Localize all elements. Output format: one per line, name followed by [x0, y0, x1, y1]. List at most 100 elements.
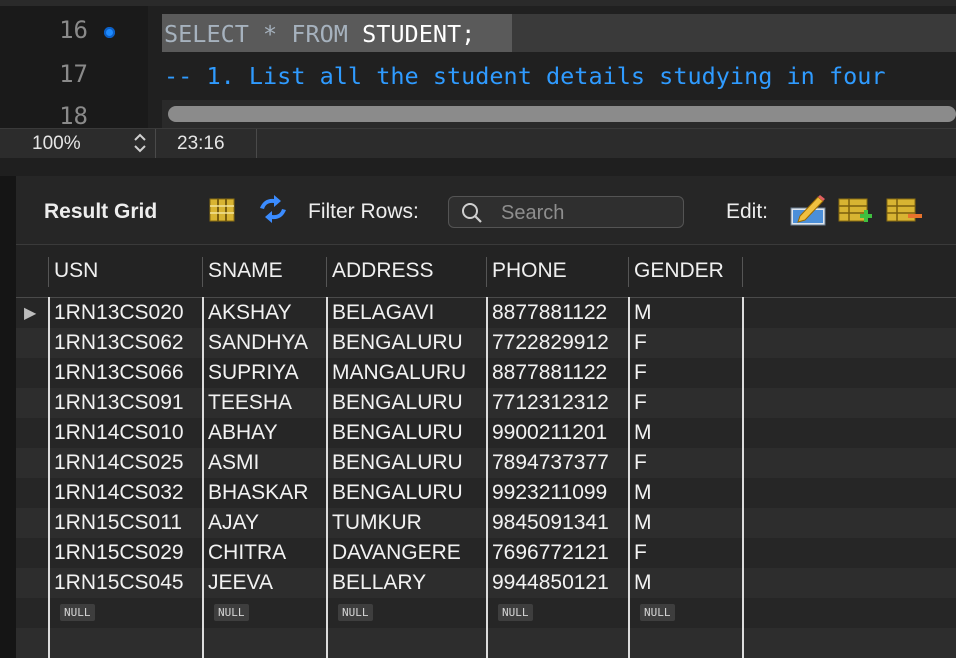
edit-pencil-icon[interactable] [790, 194, 826, 231]
delete-row-icon[interactable] [886, 198, 924, 229]
cell-sname[interactable]: CHITRA [208, 541, 286, 565]
horizontal-scrollbar-thumb[interactable] [168, 106, 956, 122]
cell-gender[interactable]: M [634, 301, 652, 325]
sql-editor[interactable]: 16 17 18 SELECT * FROM STUDENT; -- 1. Li… [0, 0, 956, 128]
cell-usn[interactable]: 1RN13CS091 [54, 391, 184, 415]
cell-address[interactable]: TUMKUR [332, 511, 422, 535]
cell-sname[interactable]: AJAY [208, 511, 259, 535]
cell-sname[interactable]: SANDHYA [208, 331, 308, 355]
line-number: 17 [59, 60, 88, 88]
column-separator [628, 257, 629, 287]
editor-status-bar: 100% 23:16 [0, 128, 956, 159]
statement-marker-icon[interactable] [104, 27, 115, 38]
cell-phone[interactable]: 9900211201 [492, 421, 607, 445]
cell-gender[interactable]: F [634, 451, 647, 475]
null-badge-phone[interactable]: NULL [498, 604, 533, 621]
cell-usn[interactable]: 1RN15CS029 [54, 541, 184, 565]
column-separator [742, 257, 743, 287]
cell-phone[interactable]: 8877881122 [492, 301, 607, 325]
cell-phone[interactable]: 7894737377 [492, 451, 609, 475]
cell-sname[interactable]: JEEVA [208, 571, 273, 595]
cursor-position: 23:16 [177, 133, 225, 154]
panel-gap [0, 158, 956, 176]
cell-sname[interactable]: AKSHAY [208, 301, 292, 325]
result-grid-tab[interactable]: Result Grid [44, 200, 157, 224]
cell-address[interactable]: BENGALURU [332, 481, 463, 505]
column-header-gender[interactable]: GENDER [634, 259, 724, 283]
cell-sname[interactable]: SUPRIYA [208, 361, 299, 385]
column-separator [48, 257, 49, 287]
cell-sname[interactable]: BHASKAR [208, 481, 308, 505]
cell-gender[interactable]: F [634, 541, 647, 565]
null-badge-address[interactable]: NULL [338, 604, 373, 621]
search-input[interactable] [499, 200, 679, 226]
cell-address[interactable]: BENGALURU [332, 391, 463, 415]
grid-vertical-line [742, 297, 744, 658]
code-line-16[interactable]: SELECT * FROM STUDENT; [164, 16, 475, 54]
line-gutter: 16 17 18 [0, 0, 148, 128]
cell-phone[interactable]: 7712312312 [492, 391, 609, 415]
column-header-usn[interactable]: USN [54, 259, 98, 283]
column-separator [326, 257, 327, 287]
line-number: 16 [59, 16, 88, 44]
add-row-icon[interactable] [838, 198, 876, 229]
zoom-stepper[interactable] [130, 131, 150, 157]
code-line-17-comment[interactable]: -- 1. List all the student details study… [164, 60, 886, 92]
cell-phone[interactable]: 9923211099 [492, 481, 607, 505]
cell-usn[interactable]: 1RN15CS045 [54, 571, 184, 595]
keyword-star: * [263, 20, 278, 48]
cell-address[interactable]: BELLARY [332, 571, 426, 595]
cell-usn[interactable]: 1RN14CS032 [54, 481, 184, 505]
cell-phone[interactable]: 8877881122 [492, 361, 607, 385]
cell-sname[interactable]: ASMI [208, 451, 259, 475]
grid-vertical-line [202, 297, 204, 658]
divider [155, 129, 156, 159]
cell-gender[interactable]: F [634, 331, 647, 355]
cell-gender[interactable]: M [634, 511, 652, 535]
cell-phone[interactable]: 9944850121 [492, 571, 609, 595]
cell-phone[interactable]: 9845091341 [492, 511, 609, 535]
cell-usn[interactable]: 1RN13CS062 [54, 331, 184, 355]
cell-usn[interactable]: 1RN14CS010 [54, 421, 184, 445]
cell-phone[interactable]: 7696772121 [492, 541, 609, 565]
null-badge-gender[interactable]: NULL [640, 604, 675, 621]
cell-gender[interactable]: M [634, 571, 652, 595]
cell-gender[interactable]: M [634, 421, 652, 445]
filter-rows-label: Filter Rows: [308, 200, 419, 223]
column-header-sname[interactable]: SNAME [208, 259, 283, 283]
cell-sname[interactable]: ABHAY [208, 421, 278, 445]
grid-vertical-line [628, 297, 630, 658]
grid-layout-icon[interactable] [208, 196, 236, 229]
cell-address[interactable]: DAVANGERE [332, 541, 461, 565]
refresh-icon[interactable] [256, 194, 290, 229]
cell-address[interactable]: MANGALURU [332, 361, 466, 385]
result-toolbar: Result Grid Filter Rows: Edit: [16, 176, 956, 245]
filter-search-box[interactable] [448, 196, 684, 228]
grid-vertical-line [486, 297, 488, 658]
grid-vertical-line [48, 297, 50, 658]
cell-address[interactable]: BELAGAVI [332, 301, 434, 325]
previous-line-strip [0, 0, 956, 6]
cell-gender[interactable]: F [634, 361, 647, 385]
null-badge-sname[interactable]: NULL [214, 604, 249, 621]
cell-usn[interactable]: 1RN14CS025 [54, 451, 184, 475]
cell-address[interactable]: BENGALURU [332, 331, 463, 355]
cell-gender[interactable]: F [634, 391, 647, 415]
cell-address[interactable]: BENGALURU [332, 421, 463, 445]
cell-gender[interactable]: M [634, 481, 652, 505]
column-header-address[interactable]: ADDRESS [332, 259, 434, 283]
cell-phone[interactable]: 7722829912 [492, 331, 609, 355]
cell-sname[interactable]: TEESHA [208, 391, 292, 415]
current-row-pointer-icon: ▶ [24, 305, 37, 322]
divider [256, 129, 257, 159]
result-grid[interactable]: USN SNAME ADDRESS PHONE GENDER ▶ 1RN13CS0… [16, 245, 956, 658]
cell-address[interactable]: BENGALURU [332, 451, 463, 475]
cell-usn[interactable]: 1RN15CS011 [54, 511, 182, 535]
cell-usn[interactable]: 1RN13CS020 [54, 301, 184, 325]
null-badge-usn[interactable]: NULL [60, 604, 95, 621]
keyword-select: SELECT [164, 20, 249, 48]
column-separator [486, 257, 487, 287]
cell-usn[interactable]: 1RN13CS066 [54, 361, 184, 385]
column-header-phone[interactable]: PHONE [492, 259, 567, 283]
column-separator [202, 257, 203, 287]
